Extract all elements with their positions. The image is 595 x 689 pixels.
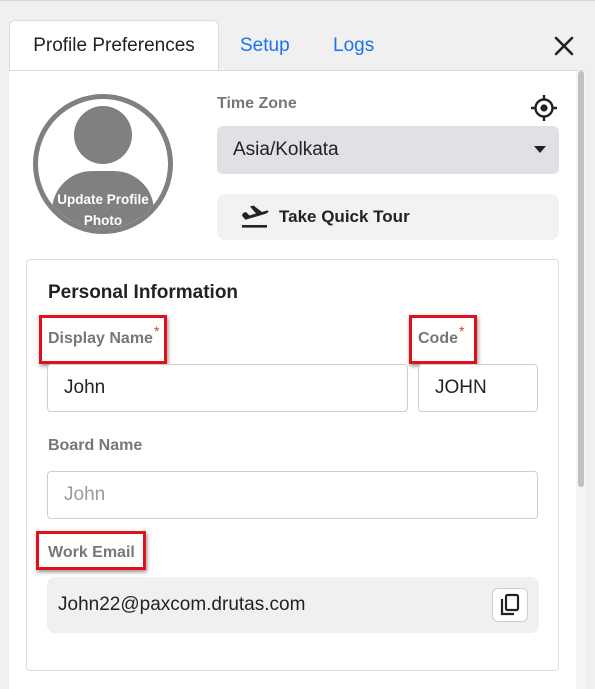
timezone-value: Asia/Kolkata: [233, 139, 339, 160]
timezone-label: Time Zone: [217, 95, 297, 112]
airplane-takeoff-icon: [240, 203, 270, 231]
tab-profile-preferences[interactable]: Profile Preferences: [9, 20, 219, 71]
tab-bar: Profile Preferences Setup Logs: [9, 20, 586, 71]
required-marker: *: [459, 323, 465, 339]
take-quick-tour-label: Take Quick Tour: [279, 207, 410, 226]
avatar-head: [74, 106, 132, 164]
tab-setup[interactable]: Setup: [240, 20, 290, 71]
scrollbar-thumb[interactable]: [578, 71, 584, 487]
code-input[interactable]: JOHN: [418, 364, 538, 412]
close-icon[interactable]: [550, 32, 578, 60]
board-name-label: Board Name: [48, 437, 143, 454]
update-photo-label: Update Profile Photo: [57, 192, 149, 228]
work-email-label: Work Email: [48, 544, 135, 561]
take-quick-tour-button[interactable]: Take Quick Tour: [217, 194, 559, 240]
timezone-select[interactable]: Asia/Kolkata: [217, 126, 559, 174]
profile-panel: Profile Preferences Setup Logs Update Pr…: [9, 20, 586, 689]
scrollbar[interactable]: [576, 71, 586, 689]
personal-information-title: Personal Information: [48, 282, 239, 303]
display-name-label: Display Name*: [48, 323, 160, 347]
display-name-input[interactable]: John: [47, 364, 408, 412]
personal-information-card: Personal Information Display Name* Code*…: [26, 259, 559, 671]
locate-icon[interactable]: [529, 93, 559, 123]
code-label: Code*: [418, 323, 465, 347]
profile-content: Update Profile Photo Time Zone Asia/Kolk…: [9, 70, 586, 689]
top-divider: [0, 0, 595, 1]
required-marker: *: [153, 323, 160, 339]
board-name-input[interactable]: John: [47, 471, 538, 519]
work-email-field: John22@paxcom.drutas.com: [47, 577, 539, 633]
avatar-upload[interactable]: Update Profile Photo: [33, 94, 173, 234]
copy-icon[interactable]: [492, 588, 528, 622]
work-email-value: John22@paxcom.drutas.com: [58, 594, 306, 615]
tab-logs[interactable]: Logs: [333, 20, 374, 71]
chevron-down-icon: [534, 146, 546, 153]
